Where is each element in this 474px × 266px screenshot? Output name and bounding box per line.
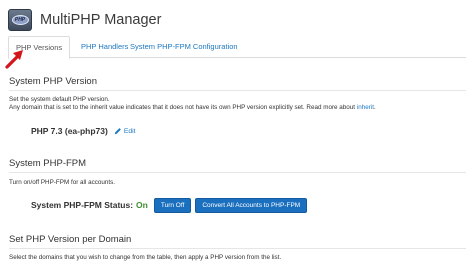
- tab-system-php-fpm-configuration[interactable]: System PHP-FPM Configuration: [123, 36, 245, 58]
- tab-bar: PHP Versions PHP Handlers System PHP-FPM…: [8, 36, 466, 59]
- inherit-explanation: Any domain that is set to the inherit va…: [9, 104, 376, 111]
- per-domain-heading: Set PHP Version per Domain: [9, 234, 132, 245]
- turn-off-button[interactable]: Turn Off: [153, 197, 192, 213]
- section-divider: [9, 90, 466, 91]
- php-logo: PHP: [11, 15, 29, 25]
- page-title: MultiPHP Manager: [40, 12, 162, 28]
- current-php-version: PHP 7.3 (ea-php73): [31, 126, 108, 136]
- multiphp-manager-icon: PHP: [8, 9, 32, 31]
- system-php-version-heading: System PHP Version: [9, 76, 98, 87]
- convert-all-accounts-button[interactable]: Convert All Accounts to PHP-FPM: [195, 197, 308, 213]
- php-fpm-status-value: On: [136, 200, 148, 210]
- section-divider: [9, 172, 466, 173]
- inherit-explanation-text: Any domain that is set to the inherit va…: [9, 104, 356, 111]
- edit-label: Edit: [123, 127, 136, 135]
- section-divider: [9, 248, 466, 249]
- pencil-icon: [114, 128, 121, 135]
- multiphp-manager-page: PHP MultiPHP Manager PHP Versions PHP Ha…: [0, 0, 474, 266]
- inherit-link[interactable]: inherit: [357, 104, 374, 111]
- system-php-fpm-description: Turn on/off PHP-FPM for all accounts.: [9, 179, 116, 186]
- php-fpm-status-label: System PHP-FPM Status:: [31, 200, 134, 210]
- edit-version-link[interactable]: Edit: [114, 127, 136, 135]
- page-header: PHP MultiPHP Manager: [8, 7, 161, 33]
- system-php-fpm-heading: System PHP-FPM: [9, 158, 87, 169]
- per-domain-description: Select the domains that you wish to chan…: [9, 254, 282, 261]
- php-fpm-status-row: System PHP-FPM Status: On Turn Off Conve…: [31, 197, 308, 213]
- current-php-version-row: PHP 7.3 (ea-php73) Edit: [31, 124, 136, 138]
- red-arrow-icon: [5, 50, 23, 69]
